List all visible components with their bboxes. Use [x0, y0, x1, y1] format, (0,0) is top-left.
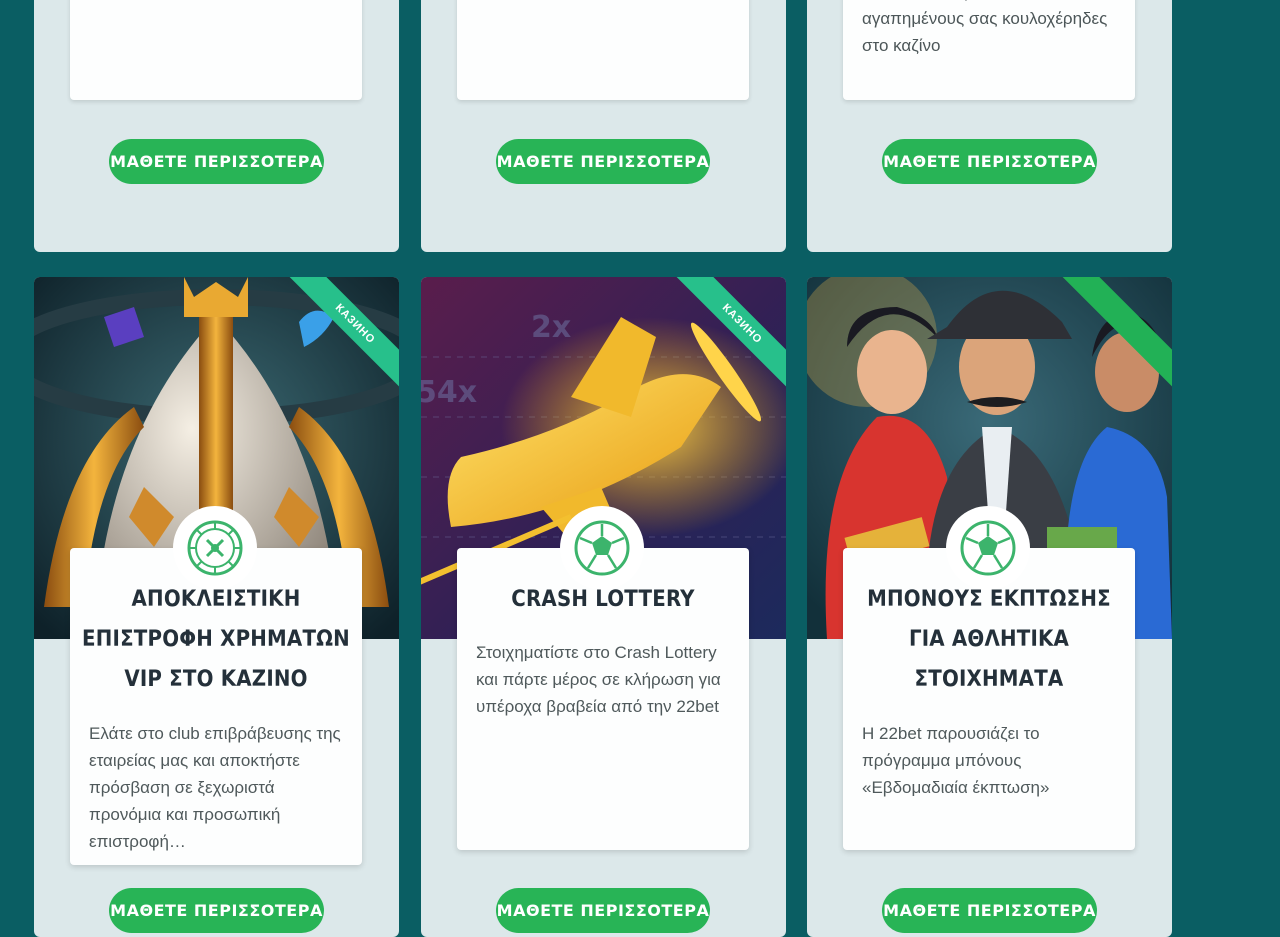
promo-card-top: [457, 0, 749, 100]
promo-card-top: [70, 0, 362, 100]
promo-title: ΜΠΟΝΟΥΣ ΕΚΠΤΩΣΗΣ ΓΙΑ ΑΘΛΗΤΙΚΑ ΣΤΟΙΧΗΜΑΤΑ: [867, 587, 1111, 692]
roulette-icon: [187, 520, 243, 576]
promo-description: και 220 EUR για τους αγαπημένους σας κου…: [862, 0, 1108, 55]
promo-description: Στοιχηματίστε στο Crash Lottery και πάρτ…: [476, 643, 721, 716]
promo-description: Ελάτε στο club επιβράβευσης της εταιρεία…: [89, 724, 341, 851]
svg-text:54x: 54x: [421, 375, 477, 410]
learn-more-button[interactable]: ΜΑΘΕΤΕ ΠΕΡΙΣΣΟΤΕΡΑ: [496, 888, 710, 933]
promo-card: ΜΠΟΝΟΥΣ ΕΚΠΤΩΣΗΣ ΓΙΑ ΑΘΛΗΤΙΚΑ ΣΤΟΙΧΗΜΑΤΑ…: [843, 506, 1135, 850]
learn-more-button[interactable]: ΜΑΘΕΤΕ ΠΕΡΙΣΣΟΤΕΡΑ: [109, 139, 324, 184]
soccer-ball-icon: [574, 520, 630, 576]
promo-card-top: και 220 EUR για τους αγαπημένους σας κου…: [843, 0, 1135, 100]
promo-title: ΑΠΟΚΛΕΙΣΤΙΚΗ ΕΠΙΣΤΡΟΦΗ ΧΡΗΜΑΤΩΝ VIP ΣΤΟ …: [82, 587, 350, 692]
soccer-badge: [946, 506, 1030, 590]
promo-card: CRASH LOTTERY Στοιχηματίστε στο Crash Lo…: [457, 506, 749, 850]
learn-more-button[interactable]: ΜΑΘΕΤΕ ΠΕΡΙΣΣΟΤΕΡΑ: [882, 139, 1097, 184]
soccer-badge: [560, 506, 644, 590]
promo-description: Η 22bet παρουσιάζει το πρόγραμμα μπόνους…: [862, 724, 1050, 797]
learn-more-button[interactable]: ΜΑΘΕΤΕ ΠΕΡΙΣΣΟΤΕΡΑ: [496, 139, 710, 184]
promo-title: CRASH LOTTERY: [511, 587, 695, 612]
soccer-ball-icon: [960, 520, 1016, 576]
learn-more-button[interactable]: ΜΑΘΕΤΕ ΠΕΡΙΣΣΟΤΕΡΑ: [882, 888, 1097, 933]
promo-card: ΑΠΟΚΛΕΙΣΤΙΚΗ ΕΠΙΣΤΡΟΦΗ ΧΡΗΜΑΤΩΝ VIP ΣΤΟ …: [70, 506, 362, 865]
roulette-badge: [173, 506, 257, 590]
learn-more-button[interactable]: ΜΑΘΕΤΕ ΠΕΡΙΣΣΟΤΕΡΑ: [109, 888, 324, 933]
